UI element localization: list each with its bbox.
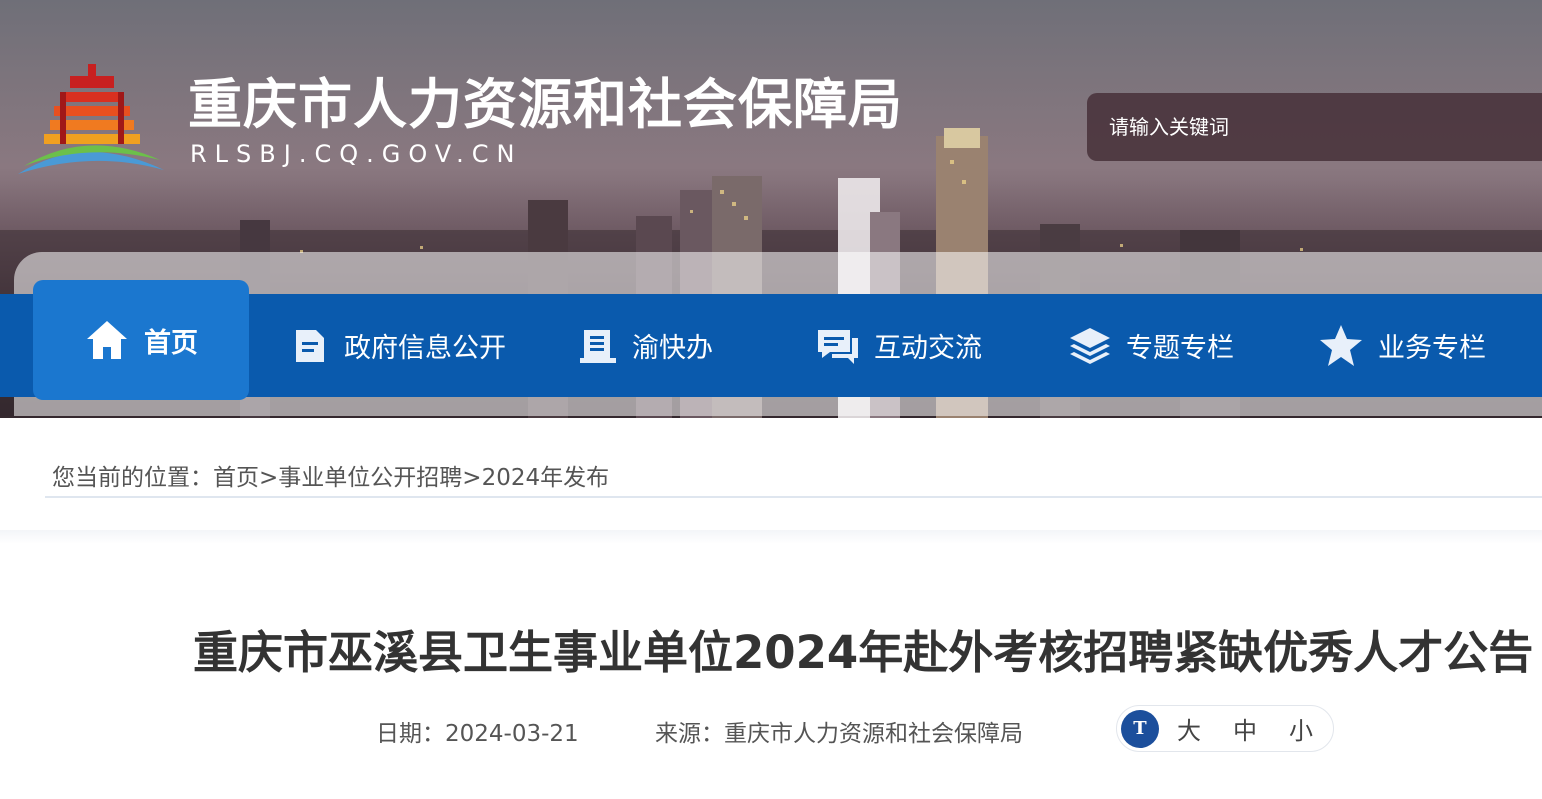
article-date: 日期：2024-03-21 (376, 721, 579, 747)
font-size-icon: T (1121, 709, 1159, 748)
section-divider (0, 530, 1542, 544)
government-logo (18, 64, 164, 174)
home-icon (87, 321, 127, 359)
nav-item-label: 业务专栏 (1378, 333, 1486, 364)
font-size-large[interactable]: 大 (1177, 711, 1201, 746)
layers-icon (1070, 327, 1110, 364)
document-icon (296, 329, 324, 362)
nav-item-label: 首页 (144, 327, 198, 359)
search-input[interactable] (1109, 111, 1529, 143)
breadcrumb-link-home[interactable]: 首页 (213, 465, 259, 491)
nav-item-label: 渝快办 (632, 333, 713, 364)
breadcrumb: 您当前的位置：首页>事业单位公开招聘>2024年发布 (52, 458, 609, 492)
star-icon (1320, 324, 1362, 366)
article-title: 重庆市巫溪县卫生事业单位2024年赴外考核招聘紧缺优秀人才公告 (193, 626, 1534, 679)
breadcrumb-separator: > (259, 465, 279, 491)
article-source: 来源：重庆市人力资源和社会保障局 (655, 721, 1023, 747)
font-size-medium[interactable]: 中 (1233, 711, 1257, 746)
chat-icon (818, 329, 858, 364)
nav-item-label: 政府信息公开 (344, 333, 506, 364)
nav-item-label: 专题专栏 (1126, 333, 1234, 364)
breadcrumb-link-recruitment[interactable]: 事业单位公开招聘 (278, 465, 462, 491)
nav-item-gov-info[interactable]: 政府信息公开 (290, 294, 506, 397)
font-size-small[interactable]: 小 (1289, 711, 1313, 746)
nav-item-interaction[interactable]: 互动交流 (816, 294, 982, 397)
search-box (1087, 93, 1542, 161)
nav-item-home[interactable]: 首页 (33, 280, 249, 400)
nav-item-special-topics[interactable]: 专题专栏 (1068, 294, 1234, 397)
book-icon (580, 329, 616, 363)
nav-item-yukuaiban[interactable]: 渝快办 (578, 294, 713, 397)
breadcrumb-divider (45, 496, 1542, 498)
font-size-icon-text: T (1133, 718, 1147, 739)
breadcrumb-prefix: 您当前的位置： (52, 465, 213, 491)
site-title: 重庆市人力资源和社会保障局 (188, 73, 903, 136)
breadcrumb-separator: > (462, 465, 482, 491)
breadcrumb-link-2024[interactable]: 2024年发布 (482, 465, 610, 491)
site-domain: RLSBJ.CQ.GOV.CN (190, 140, 523, 168)
nav-item-label: 互动交流 (874, 333, 982, 364)
nav-item-business[interactable]: 业务专栏 (1318, 294, 1486, 397)
font-size-switcher: T 大 中 小 (1116, 705, 1334, 752)
